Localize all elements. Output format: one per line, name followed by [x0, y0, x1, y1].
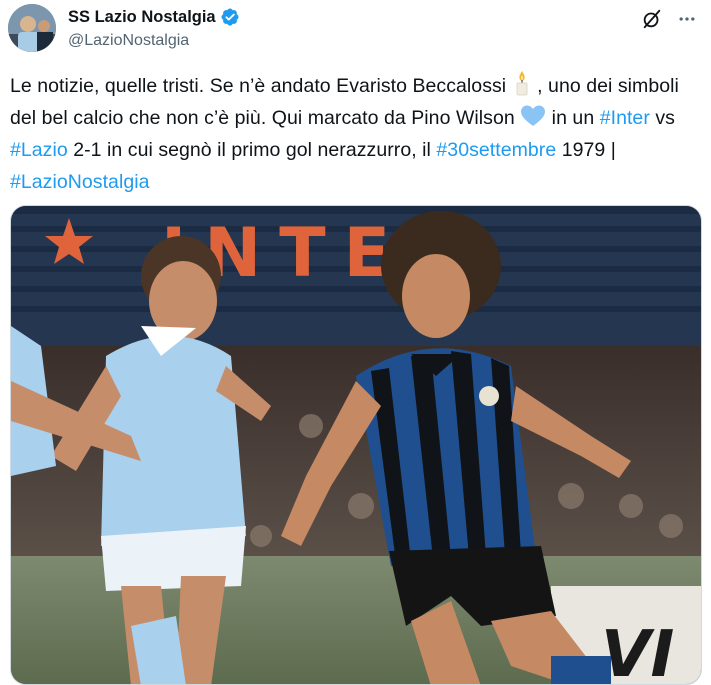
hashtag-laziostalgia-link[interactable]: #LazioNostalgia: [10, 171, 150, 193]
user-handle[interactable]: @LazioNostalgia: [68, 32, 240, 50]
tweet-media-photo[interactable]: INTER VI: [10, 205, 702, 685]
hashtag-lazio-link[interactable]: #Lazio: [10, 139, 68, 161]
hashtag-date-link[interactable]: #30settembre: [436, 139, 556, 161]
tweet-text-segment: 1979 |: [556, 139, 616, 161]
grok-icon[interactable]: [641, 8, 663, 30]
tweet-text: Le notizie, quelle tristi. Se n’è andato…: [10, 70, 700, 198]
tweet-text-segment: vs: [649, 107, 675, 129]
light-blue-heart-icon: [521, 105, 546, 126]
tweet-text-segment: Le notizie, quelle tristi. Se n’è andato…: [10, 75, 512, 97]
verified-badge-icon: [221, 8, 239, 26]
tweet-card[interactable]: SS Lazio Nostalgia @LazioNostalgia Le no…: [0, 0, 711, 685]
avatar[interactable]: [8, 4, 56, 52]
more-dots-icon[interactable]: [677, 9, 697, 29]
football-match-photo-icon: INTER VI: [11, 206, 701, 684]
tweet-actions-top: [641, 8, 697, 30]
candle-icon: [516, 71, 528, 96]
tweet-header: SS Lazio Nostalgia @LazioNostalgia: [68, 6, 240, 50]
tweet-text-segment: 2-1 in cui segnò il primo gol nerazzurro…: [67, 139, 437, 161]
hashtag-inter-link[interactable]: #Inter: [600, 107, 650, 129]
tweet-text-segment: in un: [546, 107, 600, 129]
display-name[interactable]: SS Lazio Nostalgia: [68, 8, 216, 27]
avatar-photo-icon: [8, 4, 56, 52]
